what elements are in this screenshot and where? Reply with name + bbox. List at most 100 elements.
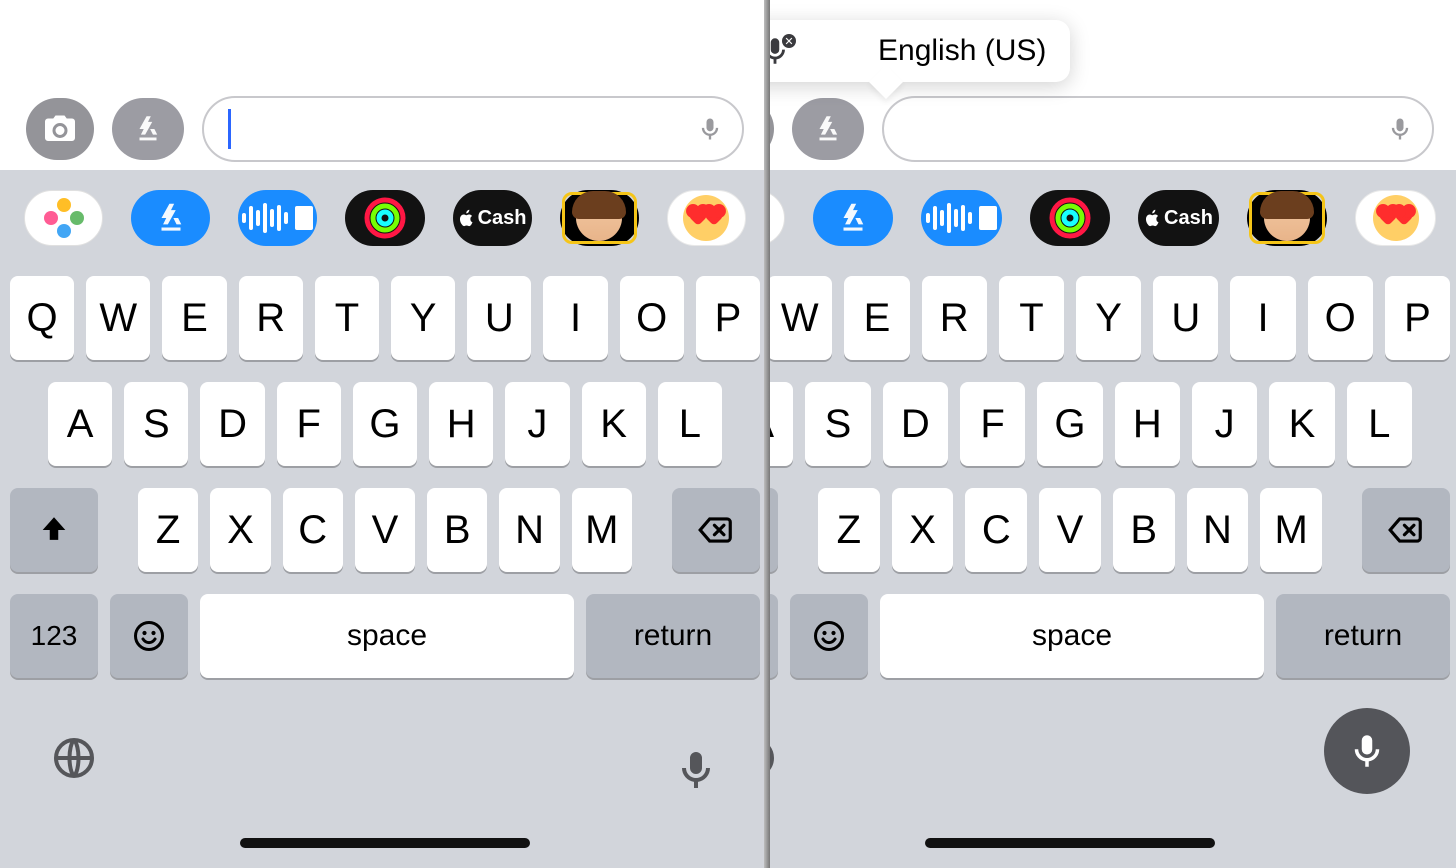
app-appstore[interactable] xyxy=(813,190,894,246)
app-stickers[interactable] xyxy=(1355,190,1436,246)
dictation-in-field-icon[interactable] xyxy=(1386,115,1414,143)
key-z[interactable]: Z xyxy=(138,488,198,572)
key-v[interactable]: V xyxy=(1039,488,1101,572)
numeric-switch-key[interactable]: 123 xyxy=(10,594,98,678)
key-n[interactable]: N xyxy=(1187,488,1249,572)
shift-key[interactable] xyxy=(10,488,98,572)
key-l[interactable]: L xyxy=(1347,382,1412,466)
return-key[interactable]: return xyxy=(586,594,760,678)
key-t[interactable]: T xyxy=(999,276,1064,360)
key-d[interactable]: D xyxy=(883,382,948,466)
backspace-key[interactable] xyxy=(1362,488,1450,572)
key-m[interactable]: M xyxy=(1260,488,1322,572)
message-input[interactable] xyxy=(202,96,744,162)
imessage-apps-button[interactable] xyxy=(112,98,184,160)
key-r[interactable]: R xyxy=(922,276,987,360)
key-h[interactable]: H xyxy=(429,382,493,466)
space-key[interactable]: space xyxy=(880,594,1264,678)
key-l[interactable]: L xyxy=(658,382,722,466)
key-y[interactable]: Y xyxy=(391,276,455,360)
key-z[interactable]: Z xyxy=(818,488,880,572)
dictation-key[interactable] xyxy=(672,746,720,794)
key-m[interactable]: M xyxy=(572,488,632,572)
backspace-key[interactable] xyxy=(672,488,760,572)
space-key[interactable]: space xyxy=(200,594,574,678)
key-x[interactable]: X xyxy=(210,488,270,572)
app-audio-message[interactable] xyxy=(921,190,1002,246)
key-s[interactable]: S xyxy=(124,382,188,466)
key-t[interactable]: T xyxy=(315,276,379,360)
camera-button[interactable] xyxy=(26,98,94,160)
app-apple-cash[interactable]: Cash xyxy=(453,190,532,246)
dictation-language-popover[interactable]: ✕ English (US) xyxy=(770,20,1070,82)
key-s[interactable]: S xyxy=(805,382,870,466)
app-photos[interactable] xyxy=(770,190,785,246)
key-b[interactable]: B xyxy=(1113,488,1175,572)
key-p[interactable]: P xyxy=(1385,276,1450,360)
dictation-language-label[interactable]: English (US) xyxy=(878,34,1046,68)
imessage-app-strip[interactable]: Cash xyxy=(0,170,770,266)
key-y[interactable]: Y xyxy=(1076,276,1141,360)
globe-keyboard-switch-icon[interactable] xyxy=(50,734,98,782)
key-o[interactable]: O xyxy=(1308,276,1373,360)
app-activity[interactable] xyxy=(1030,190,1111,246)
key-b[interactable]: B xyxy=(427,488,487,572)
key-i[interactable]: I xyxy=(543,276,607,360)
emoji-key[interactable] xyxy=(790,594,868,678)
return-key[interactable]: return xyxy=(1276,594,1450,678)
app-apple-cash[interactable]: Cash xyxy=(1138,190,1219,246)
app-photos[interactable] xyxy=(24,190,103,246)
apple-cash-label: Cash xyxy=(1164,207,1213,230)
emoji-key[interactable] xyxy=(110,594,188,678)
key-v[interactable]: V xyxy=(355,488,415,572)
app-stickers[interactable] xyxy=(667,190,746,246)
home-indicator[interactable] xyxy=(240,838,530,848)
left-screenshot: Cash QWERTYUIOP ASDFGHJKL ZXCVBNM 123 s xyxy=(0,0,770,868)
key-u[interactable]: U xyxy=(467,276,531,360)
key-f[interactable]: F xyxy=(277,382,341,466)
key-k[interactable]: K xyxy=(582,382,646,466)
home-indicator[interactable] xyxy=(925,838,1215,848)
key-h[interactable]: H xyxy=(1115,382,1180,466)
key-j[interactable]: J xyxy=(505,382,569,466)
app-activity[interactable] xyxy=(345,190,424,246)
app-appstore[interactable] xyxy=(131,190,210,246)
shift-key[interactable] xyxy=(770,488,778,572)
dictation-in-field-icon[interactable] xyxy=(696,115,724,143)
key-f[interactable]: F xyxy=(960,382,1025,466)
imessage-apps-button[interactable] xyxy=(792,98,864,160)
key-q[interactable]: Q xyxy=(10,276,74,360)
key-c[interactable]: C xyxy=(283,488,343,572)
photos-icon xyxy=(44,198,84,238)
dictation-key-active[interactable] xyxy=(1324,708,1410,794)
key-r[interactable]: R xyxy=(239,276,303,360)
key-g[interactable]: G xyxy=(353,382,417,466)
camera-button[interactable] xyxy=(770,98,774,160)
globe-keyboard-switch-icon[interactable] xyxy=(770,734,778,782)
key-a[interactable]: A xyxy=(770,382,793,466)
key-c[interactable]: C xyxy=(965,488,1027,572)
key-k[interactable]: K xyxy=(1269,382,1334,466)
key-u[interactable]: U xyxy=(1153,276,1218,360)
key-x[interactable]: X xyxy=(892,488,954,572)
key-p[interactable]: P xyxy=(696,276,760,360)
message-input[interactable] xyxy=(882,96,1434,162)
key-i[interactable]: I xyxy=(1230,276,1295,360)
key-o[interactable]: O xyxy=(620,276,684,360)
key-w[interactable]: W xyxy=(770,276,832,360)
app-memoji[interactable] xyxy=(1247,190,1328,246)
key-n[interactable]: N xyxy=(499,488,559,572)
kbd-row-2: ASDFGHJKL xyxy=(10,382,760,466)
key-j[interactable]: J xyxy=(1192,382,1257,466)
key-d[interactable]: D xyxy=(200,382,264,466)
imessage-app-strip[interactable]: Cash xyxy=(770,170,1456,266)
key-g[interactable]: G xyxy=(1037,382,1102,466)
numeric-switch-key[interactable]: 123 xyxy=(770,594,778,678)
key-e[interactable]: E xyxy=(844,276,909,360)
key-a[interactable]: A xyxy=(48,382,112,466)
app-memoji[interactable] xyxy=(560,190,639,246)
key-w[interactable]: W xyxy=(86,276,150,360)
key-e[interactable]: E xyxy=(162,276,226,360)
dictation-off-icon[interactable]: ✕ xyxy=(770,34,806,68)
app-audio-message[interactable] xyxy=(238,190,317,246)
